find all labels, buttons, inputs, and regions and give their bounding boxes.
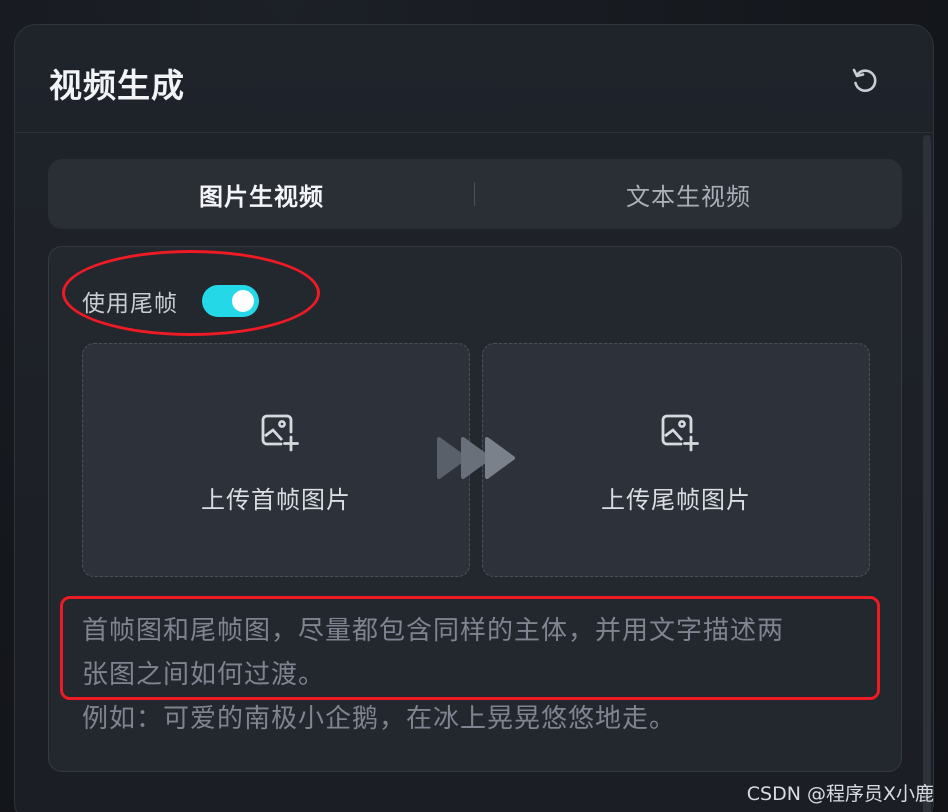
upload-first-frame[interactable]: 上传首帧图片 xyxy=(82,343,470,577)
hint-example: 例如：可爱的南极小企鹅，在冰上晃晃悠悠地走。 xyxy=(82,704,677,734)
mode-tabs: 图片生视频 文本生视频 xyxy=(48,159,902,229)
page: 视频生成 图片生视频 文本生视频 使用尾帧 上传首帧图片 上传尾帧图片 首帧图和… xyxy=(0,0,948,812)
tab-text-to-video[interactable]: 文本生视频 xyxy=(475,159,902,229)
annotation-rectangle xyxy=(60,596,880,700)
upload-first-label: 上传首帧图片 xyxy=(201,486,351,514)
tab-image-to-video[interactable]: 图片生视频 xyxy=(48,159,475,229)
panel-header: 视频生成 xyxy=(15,25,933,133)
refresh-icon xyxy=(852,68,877,92)
annotation-ellipse xyxy=(62,250,320,336)
image-add-icon xyxy=(661,414,699,452)
watermark: CSDN @程序员X小鹿 xyxy=(746,783,934,805)
upload-last-label: 上传尾帧图片 xyxy=(601,486,751,514)
image-add-icon xyxy=(261,414,299,452)
reset-button[interactable] xyxy=(845,61,885,101)
panel-title: 视频生成 xyxy=(49,66,185,105)
scrollbar[interactable] xyxy=(923,135,931,812)
upload-last-frame[interactable]: 上传尾帧图片 xyxy=(482,343,870,577)
fast-forward-icon xyxy=(437,437,515,479)
